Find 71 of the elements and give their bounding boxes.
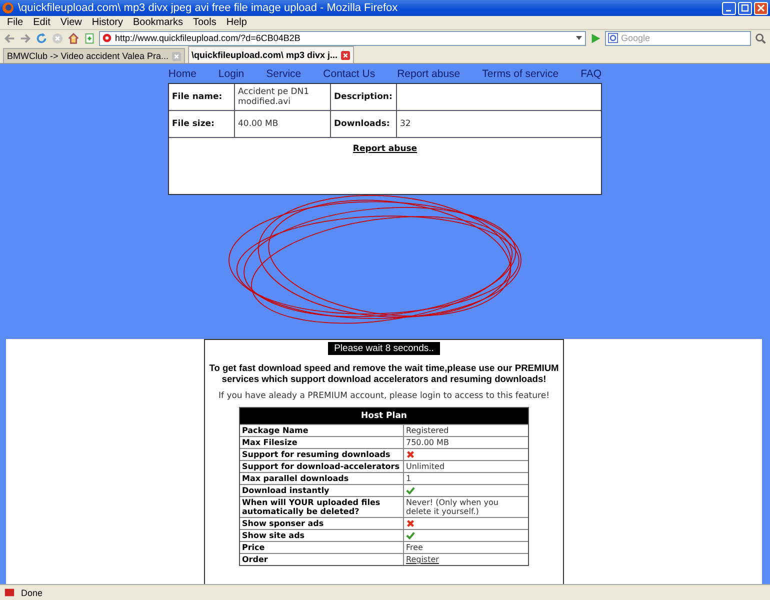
table-cell: Registered — [406, 426, 449, 435]
home-icon[interactable] — [67, 32, 80, 44]
check-icon — [406, 531, 415, 540]
table-cell: Price — [240, 542, 404, 553]
menu-item[interactable]: Help — [221, 17, 252, 28]
table-cell: 1 — [406, 474, 412, 483]
table-cell: Support for download-accelerators — [240, 461, 404, 472]
menu-item[interactable]: Tools — [188, 17, 222, 28]
table-cell: File name: — [169, 84, 235, 111]
menu-item[interactable]: View — [55, 17, 87, 28]
table-cell: Max Filesize — [240, 437, 404, 448]
nav-link[interactable]: Service — [266, 68, 302, 80]
menu-item[interactable]: File — [2, 17, 28, 28]
window-title: \quickfileupload.com\ mp3 divx jpeg avi free file image upload - Mozilla Firefox — [18, 2, 399, 14]
table-cell: Show sponser ads — [240, 518, 404, 529]
status-text: Done — [21, 588, 43, 598]
register-link[interactable]: Register — [406, 555, 439, 564]
cross-icon — [406, 519, 415, 528]
minimize-button[interactable] — [722, 2, 736, 14]
page-icon[interactable] — [83, 32, 96, 44]
table-cell: Package Name — [240, 425, 404, 436]
browser-tab[interactable]: BMWClub -> Video accident Valea Pra... — [3, 48, 184, 63]
close-icon[interactable] — [340, 50, 350, 60]
table-cell: Max parallel downloads — [240, 473, 404, 484]
reload-icon[interactable] — [35, 32, 48, 44]
go-icon[interactable] — [589, 32, 602, 44]
nav-link[interactable]: Home — [168, 68, 196, 80]
table-cell: 32 — [397, 111, 601, 138]
close-icon — [757, 4, 765, 12]
menu-item[interactable]: Bookmarks — [128, 17, 188, 28]
address-field[interactable]: http://www.quickfileupload.com/?d=6CB04B2B — [99, 30, 586, 46]
browser-tab[interactable]: \quickfileupload.com\ mp3 divx j... — [188, 46, 354, 63]
site-icon — [102, 33, 112, 43]
nav-link[interactable]: Terms of service — [482, 68, 559, 80]
back-icon[interactable] — [3, 32, 16, 44]
table-cell: 40.00 MB — [235, 111, 331, 138]
maximize-button[interactable] — [738, 2, 752, 14]
table-cell-text: Never! (Only when you delete it yourself.) — [406, 498, 500, 516]
nav-link[interactable]: Report abuse — [397, 68, 460, 80]
premium-message: To get fast download speed and remove the wait time,please use our PREMIUM services which support download accelerators and resuming downloads! — [208, 363, 560, 385]
forward-icon[interactable] — [19, 32, 32, 44]
cross-icon — [406, 450, 415, 459]
table-cell: Downloads: — [331, 111, 397, 138]
table-cell: Show site ads — [240, 530, 404, 541]
table-cell: Download instantly — [240, 485, 404, 496]
maximize-icon — [741, 4, 749, 12]
login-note: If you have aleady a PREMIUM account, please login to access to this feature! — [218, 391, 550, 401]
table-header: Host Plan — [240, 408, 528, 424]
table-cell: File size: — [169, 111, 235, 138]
check-icon — [406, 486, 415, 495]
menu-item[interactable]: History — [86, 17, 128, 28]
countdown-label: Please wait 8 seconds.. — [328, 342, 440, 355]
search-icon[interactable] — [754, 32, 767, 44]
report-abuse-link[interactable]: Report abuse — [352, 144, 418, 154]
table-cell: Order — [240, 554, 404, 565]
search-engine-icon — [608, 33, 618, 43]
table-cell: Accident pe DN1 modified.avi — [235, 84, 331, 111]
table-cell: Description: — [331, 84, 397, 111]
table-cell: Unlimited — [406, 462, 445, 471]
table-cell: 750.00 MB — [406, 438, 449, 447]
close-button[interactable] — [754, 2, 768, 14]
browser-icon — [2, 2, 14, 14]
dropdown-icon[interactable] — [575, 34, 583, 42]
table-cell: When will YOUR uploaded files automatically be deleted? — [240, 497, 404, 517]
nav-link[interactable]: FAQ — [580, 68, 602, 80]
nav-link[interactable]: Contact Us — [323, 68, 376, 80]
menu-item[interactable]: Edit — [28, 17, 56, 28]
nav-link[interactable]: Login — [218, 68, 244, 80]
table-cell: Support for resuming downloads — [240, 449, 404, 460]
table-cell: Free — [406, 543, 423, 552]
status-icon — [4, 587, 15, 598]
